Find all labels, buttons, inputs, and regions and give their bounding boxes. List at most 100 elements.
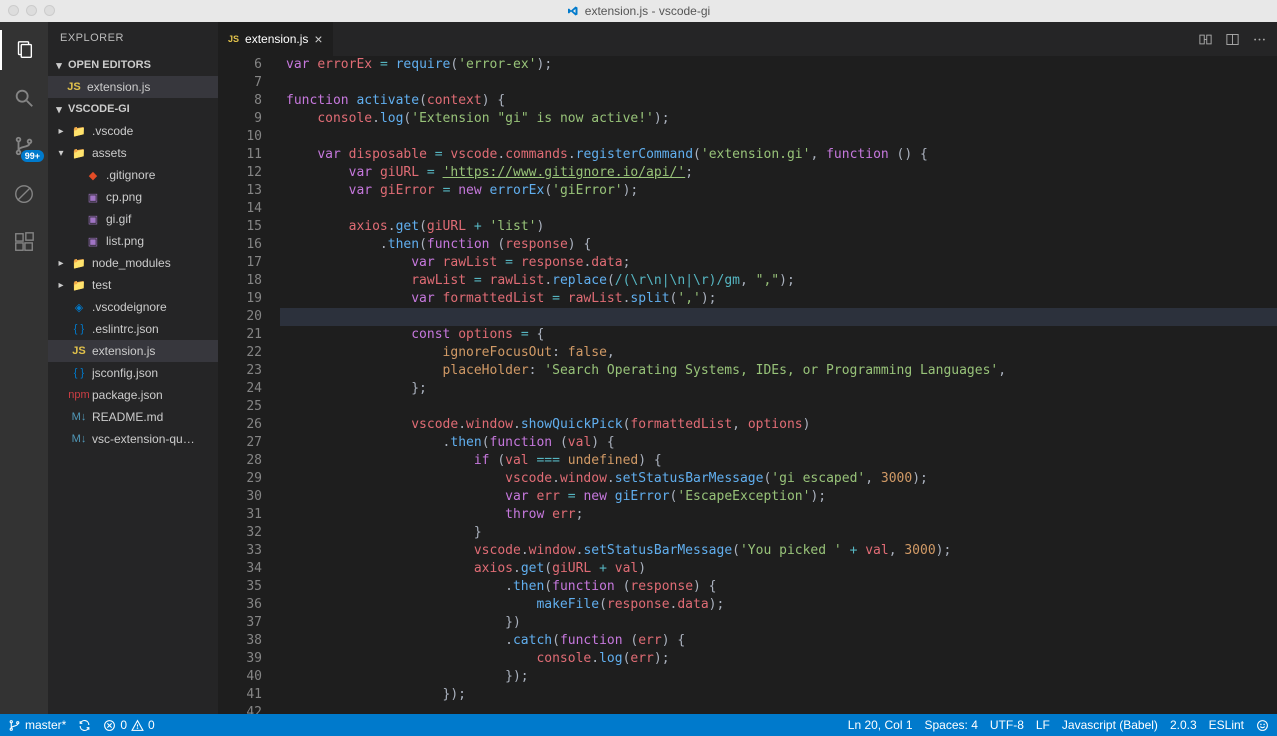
tree-label: README.md	[92, 410, 214, 424]
code-line[interactable]: vscode.window.showQuickPick(formattedLis…	[280, 416, 1277, 434]
zoom-window-icon[interactable]	[44, 5, 55, 16]
extensions-icon	[13, 231, 35, 253]
code-line[interactable]: .catch(function (err) {	[280, 632, 1277, 650]
status-position[interactable]: Ln 20, Col 1	[848, 718, 913, 732]
code-line[interactable]	[280, 128, 1277, 146]
code-line[interactable]: });	[280, 686, 1277, 704]
code-line[interactable]: var rawList = response.data;	[280, 254, 1277, 272]
activity-scm[interactable]: 99+	[0, 126, 48, 166]
status-branch-label: master*	[25, 718, 66, 732]
code-editor[interactable]: 6789101112131415161718192021222324252627…	[218, 56, 1277, 714]
code-line[interactable]: console.log(err);	[280, 650, 1277, 668]
code-line[interactable]: var formattedList = rawList.split(',');	[280, 290, 1277, 308]
code-line[interactable]	[280, 704, 1277, 714]
file-item[interactable]: ▣cp.png	[48, 186, 218, 208]
file-item[interactable]: { }jsconfig.json	[48, 362, 218, 384]
split-editor-icon[interactable]	[1225, 32, 1240, 47]
chevron-down-icon: ▾	[56, 148, 66, 159]
compare-icon[interactable]	[1198, 32, 1213, 47]
code-line[interactable]	[280, 308, 1277, 326]
more-icon[interactable]	[1252, 32, 1267, 47]
code-line[interactable]: if (val === undefined) {	[280, 452, 1277, 470]
tree-label: jsconfig.json	[92, 366, 214, 380]
chevron-right-icon: ▸	[56, 126, 66, 137]
activity-debug[interactable]	[0, 174, 48, 214]
close-window-icon[interactable]	[8, 5, 19, 16]
file-item[interactable]: ▣gi.gif	[48, 208, 218, 230]
file-item[interactable]: JSextension.js	[48, 340, 218, 362]
code-line[interactable]	[280, 200, 1277, 218]
window-controls[interactable]	[8, 5, 55, 16]
status-spaces[interactable]: Spaces: 4	[925, 718, 978, 732]
status-warnings: 0	[148, 718, 155, 732]
code-content[interactable]: var errorEx = require('error-ex'); funct…	[280, 56, 1277, 714]
code-line[interactable]: makeFile(response.data);	[280, 596, 1277, 614]
file-item[interactable]: ▣list.png	[48, 230, 218, 252]
code-line[interactable]: ignoreFocusOut: false,	[280, 344, 1277, 362]
folder-item[interactable]: ▾📁assets	[48, 142, 218, 164]
open-editor-item[interactable]: JSextension.js	[48, 76, 218, 98]
file-label: extension.js	[87, 80, 214, 94]
folder-item[interactable]: ▸📁node_modules	[48, 252, 218, 274]
chevron-right-icon: ▸	[56, 258, 66, 269]
status-errors: 0	[120, 718, 127, 732]
tab-extension-js[interactable]: JS extension.js ×	[218, 22, 334, 56]
code-line[interactable]: placeHolder: 'Search Operating Systems, …	[280, 362, 1277, 380]
code-line[interactable]: var err = new giError('EscapeException')…	[280, 488, 1277, 506]
status-eol[interactable]: LF	[1036, 718, 1050, 732]
project-label: VSCODE-GI	[68, 103, 130, 115]
code-line[interactable]: console.log('Extension "gi" is now activ…	[280, 110, 1277, 128]
project-header[interactable]: ▾ VSCODE-GI	[48, 98, 218, 120]
window-title: extension.js - vscode-gi	[585, 4, 710, 18]
code-line[interactable]: .then(function (response) {	[280, 236, 1277, 254]
activity-extensions[interactable]	[0, 222, 48, 262]
status-version[interactable]: 2.0.3	[1170, 718, 1197, 732]
tree-label: .gitignore	[106, 168, 214, 182]
code-line[interactable]: axios.get(giURL + val)	[280, 560, 1277, 578]
file-item[interactable]: ◈.vscodeignore	[48, 296, 218, 318]
search-icon	[13, 87, 35, 109]
code-line[interactable]: var giError = new errorEx('giError');	[280, 182, 1277, 200]
code-line[interactable]	[280, 74, 1277, 92]
status-encoding[interactable]: UTF-8	[990, 718, 1024, 732]
code-line[interactable]: var errorEx = require('error-ex');	[280, 56, 1277, 74]
code-line[interactable]: var disposable = vscode.commands.registe…	[280, 146, 1277, 164]
close-tab-icon[interactable]: ×	[314, 31, 322, 47]
activity-explorer[interactable]	[0, 30, 48, 70]
status-feedback[interactable]	[1256, 719, 1269, 732]
code-line[interactable]: .then(function (response) {	[280, 578, 1277, 596]
folder-item[interactable]: ▸📁.vscode	[48, 120, 218, 142]
code-line[interactable]: }	[280, 524, 1277, 542]
code-line[interactable]: })	[280, 614, 1277, 632]
code-line[interactable]: vscode.window.setStatusBarMessage('gi es…	[280, 470, 1277, 488]
code-line[interactable]: .then(function (val) {	[280, 434, 1277, 452]
status-problems[interactable]: 0 0	[103, 718, 154, 732]
folder-item[interactable]: ▸📁test	[48, 274, 218, 296]
code-line[interactable]: });	[280, 668, 1277, 686]
file-item[interactable]: npmpackage.json	[48, 384, 218, 406]
file-item[interactable]: ◆.gitignore	[48, 164, 218, 186]
status-language[interactable]: Javascript (Babel)	[1062, 718, 1158, 732]
code-line[interactable]: axios.get(giURL + 'list')	[280, 218, 1277, 236]
status-sync[interactable]	[78, 719, 91, 732]
tree-label: list.png	[106, 234, 214, 248]
code-line[interactable]: throw err;	[280, 506, 1277, 524]
code-line[interactable]: function activate(context) {	[280, 92, 1277, 110]
file-item[interactable]: M↓vsc-extension-qu…	[48, 428, 218, 450]
files-icon	[13, 39, 35, 61]
code-line[interactable]: rawList = rawList.replace(/(\r\n|\n|\r)/…	[280, 272, 1277, 290]
code-line[interactable]: var giURL = 'https://www.gitignore.io/ap…	[280, 164, 1277, 182]
activity-search[interactable]	[0, 78, 48, 118]
tree-label: vsc-extension-qu…	[92, 432, 214, 446]
code-line[interactable]	[280, 398, 1277, 416]
code-line[interactable]: const options = {	[280, 326, 1277, 344]
status-branch[interactable]: master*	[8, 718, 66, 732]
status-eslint[interactable]: ESLint	[1209, 718, 1244, 732]
file-item[interactable]: { }.eslintrc.json	[48, 318, 218, 340]
minimize-window-icon[interactable]	[26, 5, 37, 16]
code-line[interactable]: };	[280, 380, 1277, 398]
tree-label: node_modules	[92, 256, 214, 270]
file-item[interactable]: M↓README.md	[48, 406, 218, 428]
open-editors-header[interactable]: ▾ OPEN EDITORS	[48, 54, 218, 76]
code-line[interactable]: vscode.window.setStatusBarMessage('You p…	[280, 542, 1277, 560]
